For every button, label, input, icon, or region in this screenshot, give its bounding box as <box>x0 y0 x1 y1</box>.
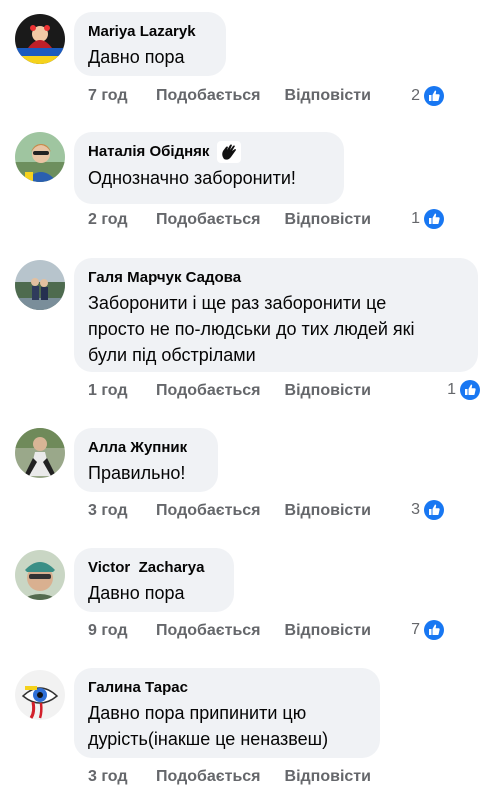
reply-button[interactable]: Відповісти <box>285 211 371 229</box>
like-button[interactable]: Подобається <box>156 768 261 786</box>
avatar-image <box>15 428 65 478</box>
avatar[interactable] <box>15 14 65 64</box>
comment-text: Правильно! <box>88 463 186 483</box>
like-thumb-icon <box>424 620 444 640</box>
comment-bubble: Наталія Обідняк Однозначно заборонити! <box>74 132 344 204</box>
reaction-count[interactable]: 3 <box>411 498 444 522</box>
comment-time[interactable]: 9 год <box>88 622 156 640</box>
like-thumb-icon <box>424 500 444 520</box>
reaction-number: 3 <box>411 501 420 518</box>
comment-author[interactable]: Алла Жупник <box>88 438 204 458</box>
comment-author[interactable]: Наталія Обідняк <box>88 141 330 163</box>
avatar-image <box>15 132 65 182</box>
comment-bubble: Галя Марчук Садова Заборонити і ще раз з… <box>74 258 478 372</box>
reply-button[interactable]: Відповісти <box>285 502 371 520</box>
comment-time[interactable]: 1 год <box>88 382 156 400</box>
comment-text: Давно пора <box>88 583 185 603</box>
comment-author[interactable]: Mariya Lazaryk <box>88 22 212 42</box>
avatar-image <box>15 550 65 600</box>
comment-bubble: Алла Жупник Правильно! <box>74 428 218 492</box>
comment-text: Давно пора <box>88 47 185 67</box>
avatar[interactable] <box>15 550 65 600</box>
comment-bubble: Victor Zacharya Давно пора <box>74 548 234 612</box>
avatar[interactable] <box>15 260 65 310</box>
comment-actions: 3 год Подобається Відповісти <box>88 499 371 523</box>
comment-text: Однозначно заборонити! <box>88 168 296 188</box>
comment-actions: 2 год Подобається Відповісти <box>88 208 371 232</box>
reaction-count[interactable]: 1 <box>447 378 480 402</box>
comment-bubble: Галина Тарас Давно пора припинити цю дур… <box>74 668 380 758</box>
comment-time[interactable]: 3 год <box>88 768 156 786</box>
comment-bubble: Mariya Lazaryk Давно пора <box>74 12 226 76</box>
avatar[interactable] <box>15 670 65 720</box>
reply-button[interactable]: Відповісти <box>285 622 371 640</box>
comment-author[interactable]: Victor Zacharya <box>88 558 220 578</box>
reply-button[interactable]: Відповісти <box>285 87 371 105</box>
comment-actions: 9 год Подобається Відповісти <box>88 619 371 643</box>
like-thumb-icon <box>424 86 444 106</box>
comment-author[interactable]: Галя Марчук Садова <box>88 268 464 288</box>
comment-actions: 3 год Подобається Відповісти <box>88 765 371 789</box>
avatar[interactable] <box>15 428 65 478</box>
avatar-image <box>15 670 65 720</box>
avatar-image <box>15 14 65 64</box>
comment-time[interactable]: 3 год <box>88 502 156 520</box>
reaction-number: 1 <box>411 210 420 227</box>
waving-hand-icon <box>217 141 242 163</box>
comment-time[interactable]: 7 год <box>88 87 156 105</box>
comment-text: Давно пора припинити цю дурість(інакше ц… <box>88 703 329 749</box>
reaction-number: 7 <box>411 621 420 638</box>
reaction-number: 1 <box>447 381 456 398</box>
like-button[interactable]: Подобається <box>156 211 261 229</box>
like-thumb-icon <box>460 380 480 400</box>
like-button[interactable]: Подобається <box>156 87 261 105</box>
reaction-number: 2 <box>411 87 420 104</box>
comment-actions: 1 год Подобається Відповісти <box>88 379 371 403</box>
comment-time[interactable]: 2 год <box>88 211 156 229</box>
like-button[interactable]: Подобається <box>156 622 261 640</box>
comment-actions: 7 год Подобається Відповісти <box>88 84 371 108</box>
like-button[interactable]: Подобається <box>156 502 261 520</box>
reply-button[interactable]: Відповісти <box>285 382 371 400</box>
avatar-image <box>15 260 65 310</box>
reaction-count[interactable]: 1 <box>411 207 444 231</box>
comment-author[interactable]: Галина Тарас <box>88 678 366 698</box>
avatar[interactable] <box>15 132 65 182</box>
reaction-count[interactable]: 2 <box>411 84 444 108</box>
comment-text: Заборонити і ще раз заборонити це просто… <box>88 293 415 365</box>
reply-button[interactable]: Відповісти <box>285 768 371 786</box>
like-thumb-icon <box>424 209 444 229</box>
reaction-count[interactable]: 7 <box>411 618 444 642</box>
like-button[interactable]: Подобається <box>156 382 261 400</box>
